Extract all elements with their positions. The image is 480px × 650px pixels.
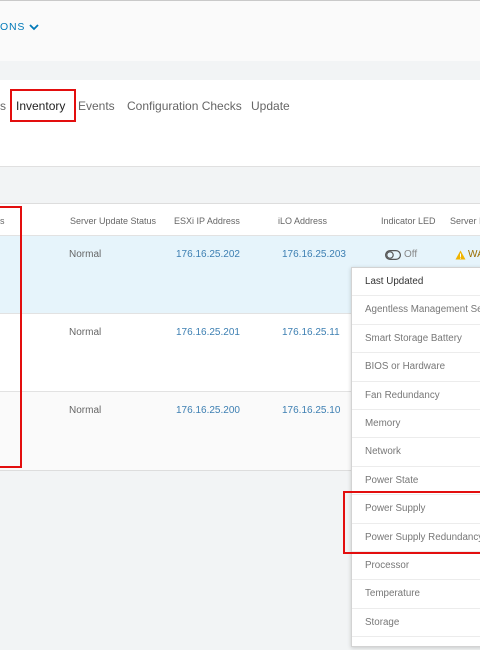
server-status-value: WA: [468, 249, 480, 260]
column-filter-dropdown: Last Updated Agentless Management Se Sma…: [351, 267, 480, 647]
dropdown-item-temperature[interactable]: Temperature: [352, 580, 480, 609]
tab-update[interactable]: Update: [251, 99, 290, 113]
dropdown-item-last-updated[interactable]: Last Updated: [352, 268, 480, 297]
column-header-status[interactable]: s: [0, 216, 5, 226]
dropdown-item-bios-or-hardware[interactable]: BIOS or Hardware: [352, 353, 480, 382]
column-header-server[interactable]: Server I: [450, 216, 480, 226]
indicator-led-value: Off: [404, 249, 418, 260]
dropdown-item-agentless-management[interactable]: Agentless Management Se: [352, 296, 480, 325]
toggle-icon: [385, 249, 401, 260]
ilo-address-link[interactable]: 176.16.25.10: [282, 405, 340, 416]
warning-icon: [455, 250, 466, 259]
ilo-address-link[interactable]: 176.16.25.11: [282, 327, 340, 338]
dropdown-item-power-supply-redundancy[interactable]: Power Supply Redundancy: [352, 524, 480, 552]
dropdown-item-storage[interactable]: Storage: [352, 609, 480, 638]
tab-bar: s Inventory Events Configuration Checks …: [0, 80, 480, 167]
column-header-ilo-address[interactable]: iLO Address: [278, 216, 327, 226]
update-status-cell: Normal: [69, 405, 102, 416]
chevron-down-icon: [29, 24, 39, 31]
column-header-esxi-ip[interactable]: ESXi IP Address: [174, 216, 240, 226]
indicator-led-toggle[interactable]: Off: [385, 249, 417, 260]
actions-menu[interactable]: ONS: [0, 21, 39, 33]
dropdown-item-network[interactable]: Network: [352, 438, 480, 467]
column-header-indicator-led[interactable]: Indicator LED: [381, 216, 436, 226]
update-status-cell: Normal: [69, 249, 102, 260]
tab-partial[interactable]: s: [0, 99, 6, 113]
dropdown-item-power-supply[interactable]: Power Supply: [352, 495, 480, 524]
actions-label: ONS: [0, 21, 26, 33]
tab-events[interactable]: Events: [78, 99, 115, 113]
top-band: ONS: [0, 0, 480, 61]
dropdown-item-smart-storage-battery[interactable]: Smart Storage Battery: [352, 325, 480, 354]
dropdown-item-processor[interactable]: Processor: [352, 552, 480, 581]
column-header-server-update-status[interactable]: Server Update Status: [70, 216, 156, 226]
update-status-cell: Normal: [69, 327, 102, 338]
tab-inventory[interactable]: Inventory: [16, 99, 65, 113]
tab-configuration-checks[interactable]: Configuration Checks: [127, 99, 242, 113]
server-status-cell: WA: [455, 249, 480, 260]
dropdown-item-memory[interactable]: Memory: [352, 410, 480, 439]
dropdown-item-power-state[interactable]: Power State: [352, 467, 480, 496]
dropdown-item-fan-redundancy[interactable]: Fan Redundancy: [352, 382, 480, 410]
esxi-ip-link[interactable]: 176.16.25.200: [176, 405, 240, 416]
ilo-address-link[interactable]: 176.16.25.203: [282, 249, 346, 260]
esxi-ip-link[interactable]: 176.16.25.201: [176, 327, 240, 338]
esxi-ip-link[interactable]: 176.16.25.202: [176, 249, 240, 260]
